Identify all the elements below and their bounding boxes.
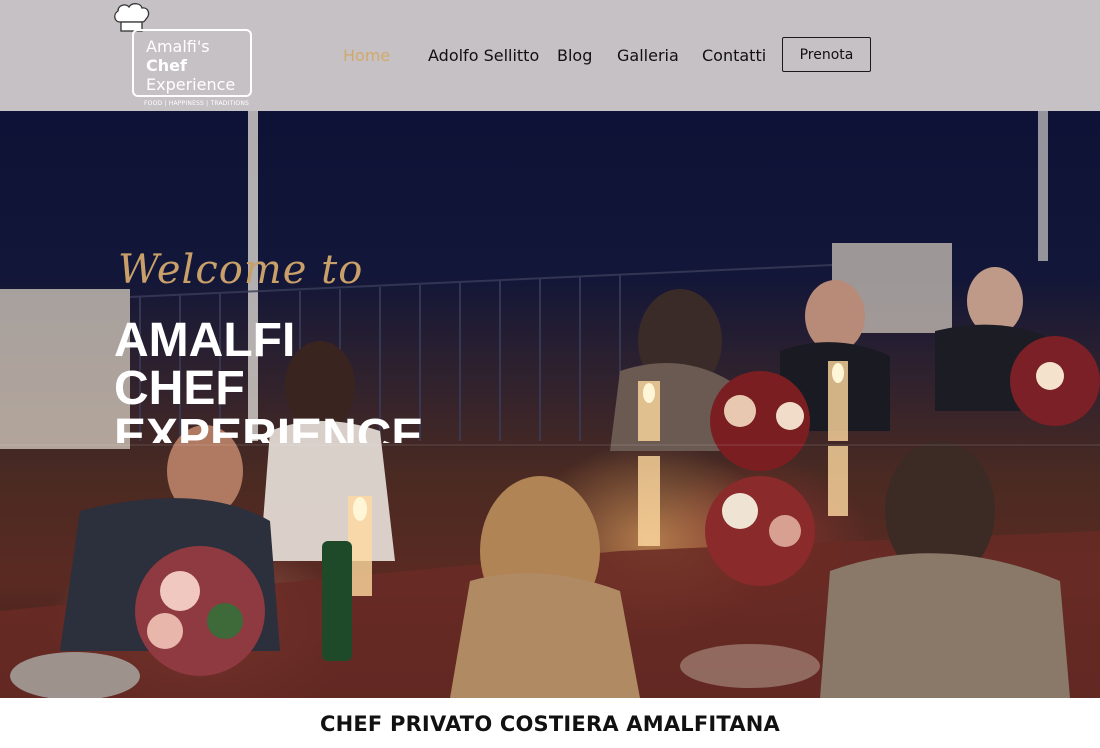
nav-item-blog[interactable]: Blog (557, 46, 592, 65)
hero-title-line-2: CHEF (114, 362, 245, 415)
nav-item-home[interactable]: Home (343, 46, 390, 65)
nav-item-adolfo-sellitto[interactable]: Adolfo Sellitto (428, 46, 539, 65)
prenota-button[interactable]: Prenota (782, 37, 871, 72)
hero-welcome-script: Welcome to (118, 247, 364, 293)
section-title: CHEF PRIVATO COSTIERA AMALFITANA (319, 712, 781, 736)
hero-title: AMALFI CHEF EXPERIENCE (114, 317, 434, 443)
nav-item-galleria[interactable]: Galleria (617, 46, 679, 65)
site-header: Amalfi's Chef Experience FOOD | HAPPINES… (0, 0, 1100, 111)
hero-title-line-3: EXPERIENCE (114, 410, 424, 444)
hero-banner: Welcome to AMALFI CHEF EXPERIENCE (0, 111, 1100, 698)
hero-image-seam (0, 444, 1100, 446)
main-nav: Home Adolfo Sellitto Blog Galleria Conta… (0, 0, 1100, 111)
nav-item-contatti[interactable]: Contatti (702, 46, 766, 65)
hero-title-line-1: AMALFI (114, 317, 296, 367)
